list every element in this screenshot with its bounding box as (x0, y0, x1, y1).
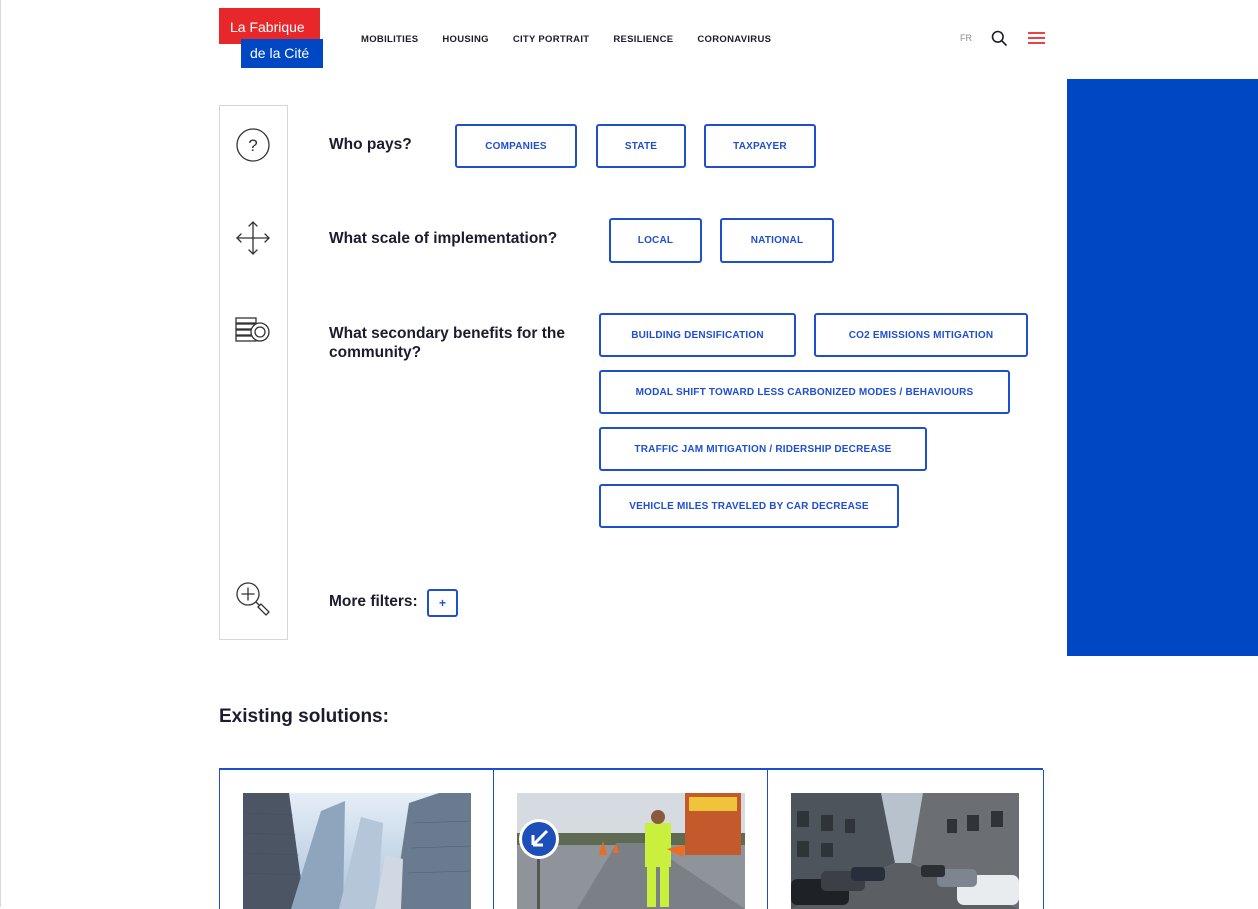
nav-mobilities[interactable]: MOBILITIES (361, 34, 418, 45)
solution-card[interactable] (219, 770, 494, 909)
filter-chip-national[interactable]: NATIONAL (720, 218, 834, 263)
filter-icon-column (219, 105, 288, 640)
filter-chip-local[interactable]: LOCAL (609, 218, 702, 263)
filter-chip-modal-shift[interactable]: MODAL SHIFT TOWARD LESS CARBONIZED MODES… (599, 370, 1010, 414)
filter-chip-traffic-jam[interactable]: TRAFFIC JAM MITIGATION / RIDERSHIP DECRE… (599, 427, 927, 471)
solutions-card-row (219, 768, 1044, 909)
filter-chip-companies[interactable]: COMPANIES (455, 124, 577, 168)
logo-line2: de la Cité (250, 45, 310, 61)
zoom-in-icon (236, 582, 270, 616)
who-pays-label: Who pays? (329, 136, 412, 153)
road-worker-photo[interactable] (517, 793, 745, 909)
language-switch[interactable]: FR (960, 33, 972, 43)
filter-chip-vehicle-miles[interactable]: VEHICLE MILES TRAVELED BY CAR DECREASE (599, 484, 899, 528)
coins-icon (235, 317, 270, 342)
logo-line1: La Fabrique (230, 19, 305, 35)
filter-chip-co2-mitigation[interactable]: CO2 EMISSIONS MITIGATION (814, 313, 1028, 357)
question-icon: ? (236, 128, 270, 162)
more-filters-button[interactable]: + (427, 589, 458, 617)
nav-city-portrait[interactable]: CITY PORTRAIT (513, 34, 590, 45)
benefits-label: What secondary benefits for the communit… (329, 325, 565, 361)
scale-label: What scale of implementation? (329, 230, 558, 247)
more-filters-label: More filters: (329, 593, 418, 610)
existing-solutions-title: Existing solutions: (219, 706, 389, 727)
search-icon[interactable] (991, 30, 1007, 46)
nav-resilience[interactable]: RESILIENCE (613, 34, 673, 45)
decorative-blue-panel (1067, 79, 1258, 656)
svg-text:?: ? (248, 136, 257, 155)
filter-chip-taxpayer[interactable]: TAXPAYER (704, 124, 816, 168)
filter-chip-building-densification[interactable]: BUILDING DENSIFICATION (599, 313, 796, 357)
page-left-border (0, 0, 1, 907)
parked-cars-street-photo[interactable] (791, 793, 1019, 909)
site-logo[interactable]: La Fabrique de la Cité (219, 8, 323, 68)
nav-coronavirus[interactable]: CORONAVIRUS (697, 34, 771, 45)
hamburger-menu-icon[interactable] (1028, 31, 1045, 45)
nav-housing[interactable]: HOUSING (442, 34, 488, 45)
arrows-move-icon (236, 221, 270, 255)
solution-card[interactable] (493, 770, 768, 909)
main-nav: MOBILITIES HOUSING CITY PORTRAIT RESILIE… (361, 34, 771, 45)
filter-chip-state[interactable]: STATE (596, 124, 686, 168)
solution-card[interactable] (767, 770, 1044, 909)
skyscrapers-photo[interactable] (243, 793, 471, 909)
